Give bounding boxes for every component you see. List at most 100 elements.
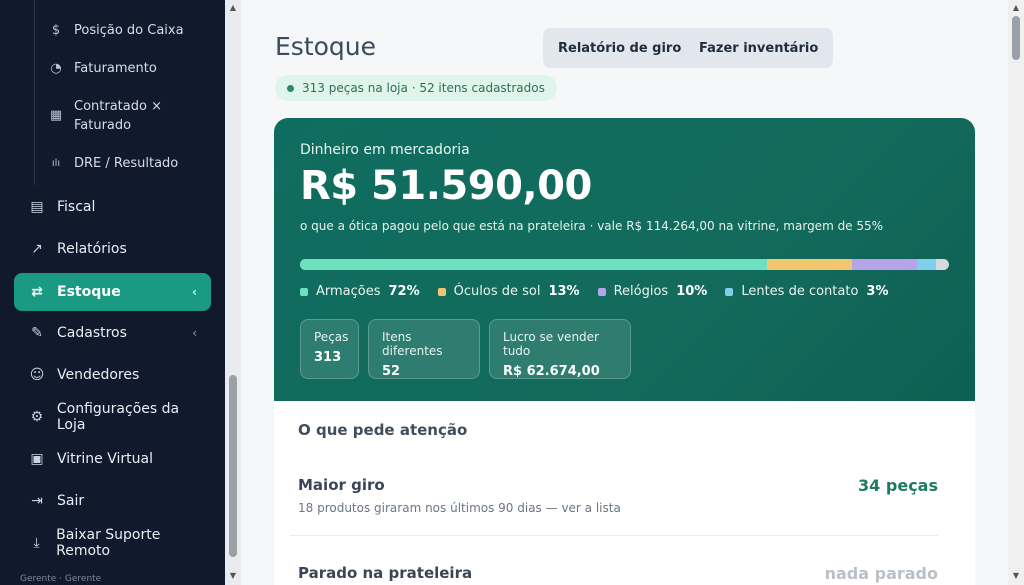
legend-percent: 13% bbox=[548, 284, 580, 299]
bar-chart-icon: ılı bbox=[51, 157, 61, 169]
scroll-up-arrow-icon[interactable]: ▲ bbox=[225, 3, 241, 12]
sidebar-item-label: Vitrine Virtual bbox=[57, 451, 153, 467]
status-dot-icon bbox=[287, 84, 294, 92]
breakdown-segment bbox=[300, 259, 768, 270]
breakdown-segment bbox=[916, 259, 936, 270]
stat-value: 52 bbox=[382, 364, 401, 379]
sidebar-item-cadastros[interactable]: ✎ Cadastros ‹ bbox=[14, 314, 211, 352]
stat-value: R$ 62.674,00 bbox=[503, 364, 600, 379]
sidebar-item-label: Vendedores bbox=[57, 367, 140, 383]
main-content: Estoque Relatório de giro Fazer inventár… bbox=[241, 0, 1008, 585]
legend-swatch bbox=[597, 287, 606, 296]
logout-icon: ⇥ bbox=[31, 493, 43, 509]
sidebar: $ Posição do Caixa ◔ Faturamento ▦ Contr… bbox=[0, 0, 225, 585]
legend-swatch bbox=[725, 287, 734, 296]
gear-icon: ⚙ bbox=[30, 409, 44, 425]
sidebar-item-label: Cadastros bbox=[57, 325, 127, 341]
legend-label: Relógios bbox=[613, 284, 669, 299]
legend-percent: 3% bbox=[866, 284, 889, 299]
sidebar-item-vendedores[interactable]: ☺ Vendedores bbox=[14, 356, 211, 394]
stat-pieces: Peças 313 bbox=[300, 319, 359, 379]
legend-percent: 72% bbox=[388, 284, 420, 299]
legend-item-lentes-contato: Lentes de contato 3% bbox=[725, 284, 888, 299]
main-scrollbar-thumb[interactable] bbox=[1012, 16, 1020, 60]
sidebar-user-footer: Gerente · Gerente bbox=[20, 574, 102, 584]
attention-row-desc[interactable]: 18 produtos giraram nos últimos 90 dias … bbox=[298, 501, 938, 515]
attention-divider bbox=[290, 535, 938, 536]
sidebar-subitem-label: Faturamento bbox=[74, 61, 157, 76]
sidebar-subitem-faturamento[interactable]: ◔ Faturamento bbox=[48, 59, 157, 78]
sidebar-item-label: Baixar Suporte Remoto bbox=[56, 527, 161, 559]
sidebar-subitem-label: Posição do Caixa bbox=[74, 23, 184, 38]
main-scrollbar[interactable]: ▲ ▼ bbox=[1008, 0, 1024, 585]
sidebar-subitem-label: DRE / Resultado bbox=[74, 156, 179, 171]
sidebar-item-sair[interactable]: ⇥ Sair bbox=[14, 482, 211, 520]
scroll-down-arrow-icon[interactable]: ▼ bbox=[1008, 571, 1024, 580]
attention-row-value: 34 peças bbox=[858, 476, 938, 495]
layout-icon: ▣ bbox=[30, 451, 44, 467]
attention-section-title: O que pede atenção bbox=[298, 421, 468, 439]
sidebar-item-relatorios[interactable]: ↗ Relatórios bbox=[14, 230, 211, 268]
sidebar-item-label: Estoque bbox=[57, 284, 121, 300]
sidebar-item-label: Sair bbox=[57, 493, 85, 509]
stock-summary-badge: 313 peças na loja · 52 itens cadastrados bbox=[275, 75, 557, 101]
merchandise-value-panel: Dinheiro em mercadoria R$ 51.590,00 o qu… bbox=[274, 118, 975, 401]
sidebar-item-label: Fiscal bbox=[57, 199, 96, 215]
legend-item-relogios: Relógios 10% bbox=[597, 284, 708, 299]
legend-item-oculos-sol: Óculos de sol 13% bbox=[437, 284, 580, 299]
merchandise-value-subtitle: o que a ótica pagou pelo que está na pra… bbox=[300, 219, 884, 233]
stat-distinct-items: Itens diferentes 52 bbox=[368, 319, 480, 379]
attention-row-top-turnover[interactable]: Maior giro 18 produtos giraram nos últim… bbox=[298, 476, 938, 515]
stat-label: Itens diferentes bbox=[382, 330, 443, 358]
swap-icon: ⇄ bbox=[31, 284, 43, 300]
sidebar-item-label: Configurações da Loja bbox=[56, 401, 180, 433]
sidebar-item-suporte-remoto[interactable]: ⤓ Baixar Suporte Remoto bbox=[14, 524, 211, 562]
attention-row-stale-stock[interactable]: Parado na prateleira nada parado bbox=[298, 564, 938, 583]
stat-potential-profit: Lucro se vender tudo R$ 62.674,00 bbox=[489, 319, 631, 379]
scroll-down-arrow-icon[interactable]: ▼ bbox=[225, 571, 241, 580]
scroll-up-arrow-icon[interactable]: ▲ bbox=[1008, 3, 1024, 12]
legend-percent: 10% bbox=[676, 284, 708, 299]
stat-label: Peças bbox=[314, 330, 349, 344]
legend-swatch bbox=[437, 287, 446, 296]
legend-label: Óculos de sol bbox=[453, 284, 541, 299]
table-icon: ▦ bbox=[49, 107, 63, 123]
sidebar-item-fiscal[interactable]: ▤ Fiscal bbox=[14, 188, 211, 226]
legend-item-armacoes: Armações 72% bbox=[300, 284, 420, 299]
sidebar-subitem-contratado-faturado[interactable]: ▦ Contratado × Faturado bbox=[48, 97, 174, 135]
merchandise-value-label: Dinheiro em mercadoria bbox=[300, 142, 470, 158]
sidebar-subitem-posicao-caixa[interactable]: $ Posição do Caixa bbox=[48, 21, 184, 40]
dollar-icon: $ bbox=[51, 22, 61, 38]
sidebar-scrollbar[interactable]: ▲ ▼ bbox=[225, 0, 241, 585]
legend-label: Lentes de contato bbox=[741, 284, 859, 299]
sidebar-subitem-label: Contratado × Faturado bbox=[74, 99, 162, 133]
sidebar-scrollbar-thumb[interactable] bbox=[229, 375, 237, 557]
stock-card: Dinheiro em mercadoria R$ 51.590,00 o qu… bbox=[274, 118, 975, 585]
stock-summary-text: 313 peças na loja · 52 itens cadastrados bbox=[302, 81, 545, 95]
turnover-report-button[interactable]: Relatório de giro bbox=[543, 28, 697, 68]
breakdown-segment bbox=[767, 259, 852, 270]
chevron-left-icon: ‹ bbox=[192, 326, 197, 340]
edit-icon: ✎ bbox=[31, 325, 43, 341]
sidebar-item-configuracoes[interactable]: ⚙ Configurações da Loja bbox=[14, 398, 211, 436]
sidebar-item-estoque[interactable]: ⇄ Estoque ‹ bbox=[14, 273, 211, 311]
stat-label: Lucro se vender tudo bbox=[503, 330, 599, 358]
attention-row-name: Maior giro bbox=[298, 476, 385, 494]
document-icon: ▤ bbox=[30, 199, 44, 215]
user-check-icon: ☺ bbox=[29, 367, 45, 383]
submenu-guide-line bbox=[34, 0, 35, 185]
merchandise-value: R$ 51.590,00 bbox=[300, 163, 592, 209]
pie-chart-icon: ◔ bbox=[50, 60, 62, 76]
line-chart-icon: ↗ bbox=[31, 241, 43, 257]
sidebar-subitem-dre[interactable]: ılı DRE / Resultado bbox=[48, 154, 178, 173]
stat-value: 313 bbox=[314, 350, 342, 365]
category-legend: Armações 72% Óculos de sol 13% Relógios … bbox=[300, 284, 906, 299]
attention-row-value: nada parado bbox=[824, 564, 938, 583]
legend-swatch bbox=[300, 287, 308, 296]
do-inventory-button[interactable]: Fazer inventário bbox=[684, 28, 834, 68]
sidebar-item-label: Relatórios bbox=[57, 241, 127, 257]
category-breakdown-bar bbox=[300, 259, 949, 270]
download-icon: ⤓ bbox=[33, 535, 40, 551]
legend-label: Armações bbox=[316, 284, 381, 299]
sidebar-item-vitrine[interactable]: ▣ Vitrine Virtual bbox=[14, 440, 211, 478]
